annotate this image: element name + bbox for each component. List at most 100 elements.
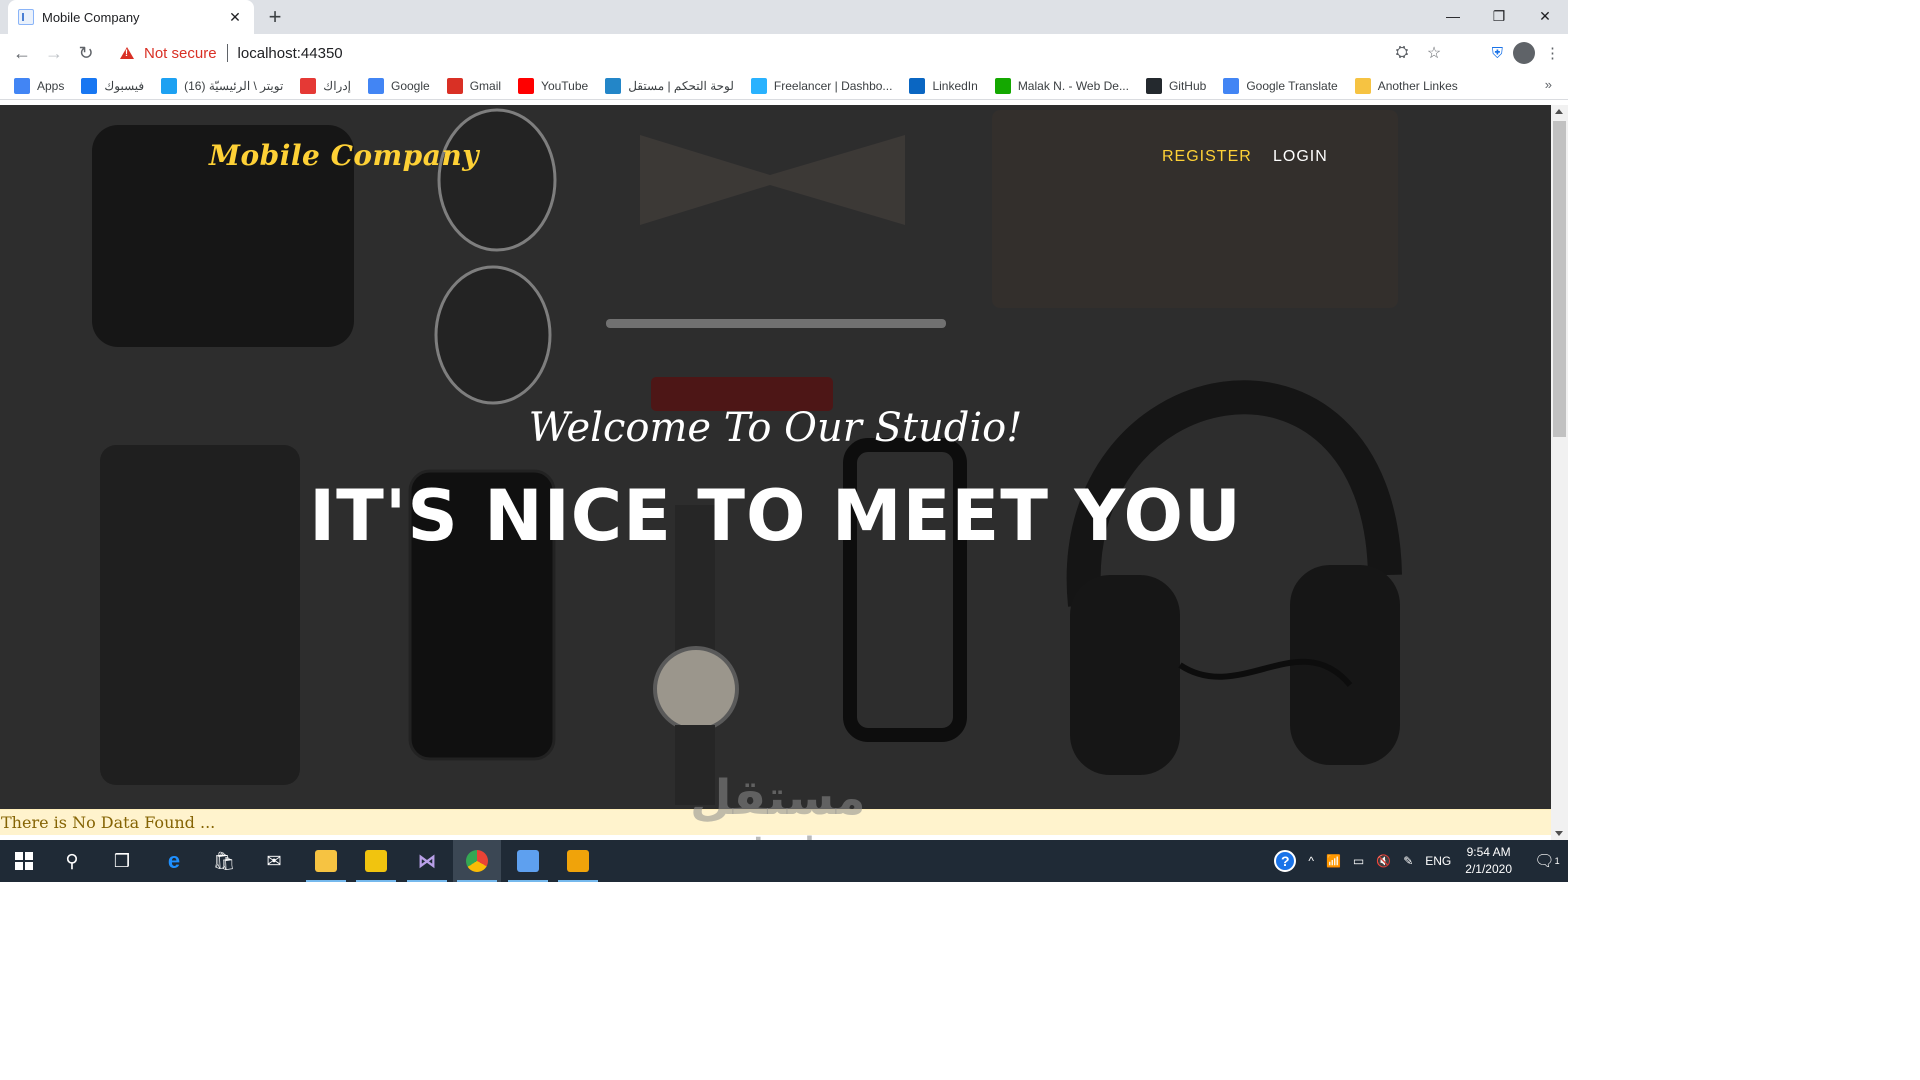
bookmark-item[interactable]: GitHub bbox=[1145, 77, 1207, 94]
close-window-button[interactable]: ✕ bbox=[1522, 0, 1568, 32]
search-icon: ⚲ bbox=[65, 850, 79, 871]
nav-login-link[interactable]: LOGIN bbox=[1273, 148, 1328, 166]
bookmark-item[interactable]: LinkedIn bbox=[909, 77, 978, 94]
task-view-icon: ❒ bbox=[113, 850, 131, 871]
bookmark-label: Freelancer | Dashbo... bbox=[773, 78, 893, 93]
bookmark-item[interactable]: Google Translate bbox=[1223, 77, 1338, 94]
bookmark-label: (16) تويتر \ الرئيسيّة bbox=[184, 78, 284, 93]
bookmark-label: فيسبوك bbox=[104, 78, 145, 93]
reload-icon[interactable]: ↻ bbox=[70, 37, 102, 69]
tab-strip: Mobile Company ✕ + — ❐ ✕ bbox=[0, 0, 1568, 34]
page-scrollbar[interactable] bbox=[1551, 105, 1568, 840]
scroll-down-icon[interactable] bbox=[1555, 831, 1563, 836]
bookmark-item[interactable]: Another Linkes bbox=[1354, 77, 1458, 94]
new-tab-button[interactable]: + bbox=[262, 4, 288, 30]
bookmarks-bar: Apps فيسبوك (16) تويتر \ الرئيسيّة إدراك Goo… bbox=[0, 72, 1568, 100]
scroll-up-icon[interactable] bbox=[1555, 109, 1563, 114]
visual-studio-app[interactable]: ⋈ bbox=[403, 840, 451, 882]
chrome-app[interactable] bbox=[453, 840, 501, 882]
page-favicon-icon bbox=[18, 9, 34, 25]
warning-icon[interactable] bbox=[120, 47, 134, 59]
bookmark-label: لوحة التحكم | مستقل bbox=[628, 78, 734, 93]
bookmark-item[interactable]: Apps bbox=[14, 77, 65, 94]
address-bar[interactable]: Not secure localhost:44350 ⛭ ☆ bbox=[110, 38, 1450, 68]
browser-tab[interactable]: Mobile Company ✕ bbox=[8, 0, 254, 34]
freelancer-icon bbox=[750, 77, 767, 94]
notes-app[interactable] bbox=[504, 840, 552, 882]
watermark-arabic: مستقل bbox=[690, 770, 866, 826]
bookmark-item[interactable]: Google bbox=[368, 77, 430, 94]
edraak-icon bbox=[300, 77, 317, 94]
mail-icon: ✉ bbox=[266, 850, 282, 871]
clock[interactable]: 9:54 AM 2/1/2020 bbox=[1465, 844, 1512, 878]
maximize-button[interactable]: ❐ bbox=[1476, 0, 1522, 32]
bookmark-label: Google Translate bbox=[1246, 78, 1338, 93]
system-tray: ? ^ 📶 ▭ 🔇 ✎ ENG 9:54 AM 2/1/2020 🗨 1 bbox=[1268, 840, 1568, 882]
url-text[interactable]: localhost:44350 bbox=[238, 45, 343, 62]
windows-logo-icon bbox=[15, 852, 33, 870]
hero-overlay bbox=[0, 105, 1551, 809]
bookmark-label: Gmail bbox=[469, 78, 502, 93]
bookmark-item[interactable]: إدراك bbox=[300, 77, 351, 94]
bookmarks-overflow-icon[interactable]: » bbox=[1545, 77, 1552, 92]
start-button[interactable] bbox=[0, 840, 48, 882]
bookmark-label: GitHub bbox=[1168, 78, 1207, 93]
brand-logo[interactable]: Mobile Company bbox=[209, 139, 479, 172]
task-view-button[interactable]: ❒ bbox=[98, 840, 146, 882]
back-icon[interactable]: ← bbox=[6, 37, 38, 69]
battery-icon[interactable]: ▭ bbox=[1353, 854, 1364, 868]
mostaql-icon bbox=[605, 77, 622, 94]
notes-icon bbox=[517, 850, 539, 872]
tab-close-icon[interactable]: ✕ bbox=[226, 9, 244, 26]
pen-icon[interactable]: ✎ bbox=[1403, 854, 1413, 868]
notifications-icon[interactable]: 🗨 1 bbox=[1532, 840, 1562, 882]
translate-page-icon[interactable]: ⛭ bbox=[1386, 44, 1418, 62]
bookmark-item[interactable]: لوحة التحكم | مستقل bbox=[605, 77, 734, 94]
folder-icon bbox=[1354, 77, 1371, 94]
linkedin-icon bbox=[909, 77, 926, 94]
search-button[interactable]: ⚲ bbox=[48, 840, 96, 882]
volume-muted-icon[interactable]: 🔇 bbox=[1376, 854, 1391, 868]
edge-app[interactable]: e bbox=[150, 840, 198, 882]
image-app[interactable] bbox=[554, 840, 602, 882]
bookmark-item[interactable]: YouTube bbox=[518, 77, 589, 94]
apps-grid-icon bbox=[14, 77, 30, 94]
bookmark-star-icon[interactable]: ☆ bbox=[1418, 43, 1450, 63]
bookmark-label: YouTube bbox=[541, 78, 589, 93]
bookmark-label: Apps bbox=[37, 78, 65, 93]
scroll-thumb[interactable] bbox=[1553, 121, 1566, 437]
shield-extension-icon[interactable]: ⛨ bbox=[1492, 45, 1503, 62]
upwork-icon bbox=[994, 77, 1011, 94]
file-explorer-app[interactable] bbox=[302, 840, 350, 882]
twitter-icon bbox=[161, 77, 178, 94]
chrome-menu-icon[interactable]: ⋮ bbox=[1545, 44, 1560, 62]
bookmark-item[interactable]: فيسبوك bbox=[81, 77, 145, 94]
security-label[interactable]: Not secure bbox=[144, 45, 217, 62]
app-icon bbox=[365, 850, 387, 872]
bookmark-item[interactable]: Malak N. - Web De... bbox=[994, 77, 1129, 94]
show-hidden-icons-icon[interactable]: ^ bbox=[1308, 854, 1314, 868]
network-icon[interactable]: 📶 bbox=[1326, 854, 1341, 868]
store-app[interactable]: 🛍 bbox=[200, 840, 248, 882]
bookmark-item[interactable]: Freelancer | Dashbo... bbox=[750, 77, 893, 94]
bookmark-item[interactable]: (16) تويتر \ الرئيسيّة bbox=[161, 77, 284, 94]
youtube-icon bbox=[518, 77, 535, 94]
bookmark-item[interactable]: Gmail bbox=[446, 77, 502, 94]
visual-studio-icon: ⋈ bbox=[418, 850, 436, 871]
language-indicator[interactable]: ENG bbox=[1425, 854, 1451, 868]
bookmark-label: Another Linkes bbox=[1377, 78, 1458, 93]
github-icon bbox=[1145, 77, 1162, 94]
minimize-button[interactable]: — bbox=[1430, 0, 1476, 32]
photos-icon bbox=[567, 850, 589, 872]
help-icon[interactable]: ? bbox=[1274, 850, 1297, 872]
forward-icon[interactable]: → bbox=[38, 37, 70, 69]
nav-register-link[interactable]: REGISTER bbox=[1162, 148, 1252, 166]
edge-icon: e bbox=[167, 848, 181, 873]
profile-avatar[interactable] bbox=[1513, 42, 1535, 64]
unknown-app[interactable] bbox=[352, 840, 400, 882]
hero-section: Mobile Company REGISTER LOGIN Welcome To… bbox=[0, 105, 1551, 809]
page-viewport: Mobile Company REGISTER LOGIN Welcome To… bbox=[0, 105, 1551, 840]
translate-icon bbox=[1223, 77, 1240, 94]
bookmark-label: إدراك bbox=[323, 78, 351, 93]
mail-app[interactable]: ✉ bbox=[250, 840, 298, 882]
